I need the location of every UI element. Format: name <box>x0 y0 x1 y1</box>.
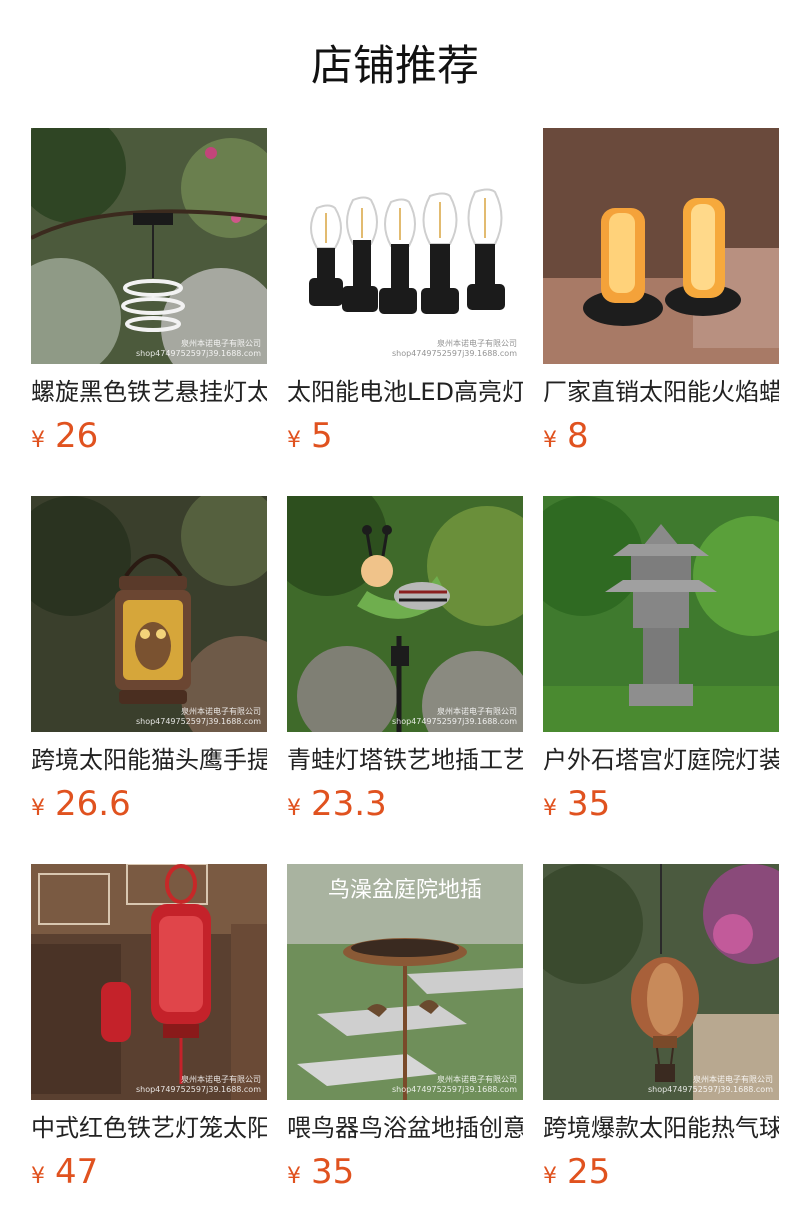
product-price: ¥26 <box>31 416 267 456</box>
product-card[interactable]: 泉州本诺电子有限公司 shop4749752597j39.1688.com 中式红… <box>31 864 267 1192</box>
price-value: 35 <box>311 1152 355 1192</box>
product-image-flame-candles[interactable] <box>543 128 779 364</box>
product-price: ¥26.6 <box>31 784 267 824</box>
product-image-hot-air-balloon-lamp[interactable]: 泉州本诺电子有限公司 shop4749752597j39.1688.com <box>543 864 779 1100</box>
image-watermark: 泉州本诺电子有限公司 shop4749752597j39.1688.com <box>135 707 261 726</box>
currency-symbol: ¥ <box>31 1164 45 1189</box>
product-card[interactable]: 户外石塔宫灯庭院灯装饰 ¥35 <box>543 496 779 824</box>
image-caption: 鸟澡盆庭院地插 <box>327 878 482 903</box>
product-card[interactable]: 鸟澡盆庭院地插 泉州本诺电子有限公司 shop4749752597j39.1688… <box>287 864 523 1192</box>
product-name[interactable]: 跨境太阳能猫头鹰手提灯 <box>31 744 267 776</box>
price-value: 8 <box>567 416 589 456</box>
product-price: ¥35 <box>287 1152 523 1192</box>
image-watermark: 泉州本诺电子有限公司 shop4749752597j39.1688.com <box>135 339 261 358</box>
product-name[interactable]: 螺旋黑色铁艺悬挂灯太阳能 <box>31 376 267 408</box>
price-value: 23.3 <box>311 784 387 824</box>
product-name[interactable]: 太阳能电池LED高亮灯泡 <box>287 376 523 408</box>
product-image-red-lantern[interactable]: 泉州本诺电子有限公司 shop4749752597j39.1688.com <box>31 864 267 1100</box>
product-image-led-bulbs[interactable]: 泉州本诺电子有限公司 shop4749752597j39.1688.com <box>287 128 523 364</box>
product-card[interactable]: 泉州本诺电子有限公司 shop4749752597j39.1688.com 青蛙灯… <box>287 496 523 824</box>
price-value: 5 <box>311 416 333 456</box>
currency-symbol: ¥ <box>287 428 301 453</box>
image-watermark: 泉州本诺电子有限公司 shop4749752597j39.1688.com <box>391 339 517 358</box>
currency-symbol: ¥ <box>543 428 557 453</box>
currency-symbol: ¥ <box>543 796 557 821</box>
product-name[interactable]: 青蛙灯塔铁艺地插工艺品 <box>287 744 523 776</box>
price-value: 26 <box>55 416 99 456</box>
product-image-owl-lantern[interactable]: 泉州本诺电子有限公司 shop4749752597j39.1688.com <box>31 496 267 732</box>
product-name[interactable]: 中式红色铁艺灯笼太阳能 <box>31 1112 267 1144</box>
product-price: ¥5 <box>287 416 523 456</box>
product-card[interactable]: 泉州本诺电子有限公司 shop4749752597j39.1688.com 跨境太… <box>31 496 267 824</box>
product-price: ¥47 <box>31 1152 267 1192</box>
product-price: ¥23.3 <box>287 784 523 824</box>
product-image-spiral-hanging-light[interactable]: 泉州本诺电子有限公司 shop4749752597j39.1688.com <box>31 128 267 364</box>
image-watermark: 泉州本诺电子有限公司 shop4749752597j39.1688.com <box>391 1075 517 1094</box>
currency-symbol: ¥ <box>31 428 45 453</box>
currency-symbol: ¥ <box>31 796 45 821</box>
product-image-bird-bath[interactable]: 鸟澡盆庭院地插 泉州本诺电子有限公司 shop4749752597j39.1688… <box>287 864 523 1100</box>
product-name[interactable]: 喂鸟器鸟浴盆地插创意 <box>287 1112 523 1144</box>
product-image-frog-garden-stake[interactable]: 泉州本诺电子有限公司 shop4749752597j39.1688.com <box>287 496 523 732</box>
image-watermark: 泉州本诺电子有限公司 shop4749752597j39.1688.com <box>647 1075 773 1094</box>
section-title: 店铺推荐 <box>310 41 479 90</box>
product-card[interactable]: 泉州本诺电子有限公司 shop4749752597j39.1688.com 跨境爆… <box>543 864 779 1192</box>
product-card[interactable]: 泉州本诺电子有限公司 shop4749752597j39.1688.com 螺旋黑… <box>31 128 267 456</box>
image-watermark: 泉州本诺电子有限公司 shop4749752597j39.1688.com <box>135 1075 261 1094</box>
product-name[interactable]: 厂家直销太阳能火焰蜡烛灯 <box>543 376 779 408</box>
product-name[interactable]: 跨境爆款太阳能热气球灯 <box>543 1112 779 1144</box>
product-price: ¥25 <box>543 1152 779 1192</box>
price-value: 47 <box>55 1152 99 1192</box>
price-value: 25 <box>567 1152 611 1192</box>
product-card[interactable]: 泉州本诺电子有限公司 shop4749752597j39.1688.com 太阳能… <box>287 128 523 456</box>
product-price: ¥35 <box>543 784 779 824</box>
currency-symbol: ¥ <box>543 1164 557 1189</box>
price-value: 26.6 <box>55 784 131 824</box>
product-image-stone-pagoda-lantern[interactable] <box>543 496 779 732</box>
price-value: 35 <box>567 784 611 824</box>
image-watermark: 泉州本诺电子有限公司 shop4749752597j39.1688.com <box>391 707 517 726</box>
product-name[interactable]: 户外石塔宫灯庭院灯装饰 <box>543 744 779 776</box>
currency-symbol: ¥ <box>287 1164 301 1189</box>
product-card[interactable]: 厂家直销太阳能火焰蜡烛灯 ¥8 <box>543 128 779 456</box>
currency-symbol: ¥ <box>287 796 301 821</box>
product-price: ¥8 <box>543 416 779 456</box>
